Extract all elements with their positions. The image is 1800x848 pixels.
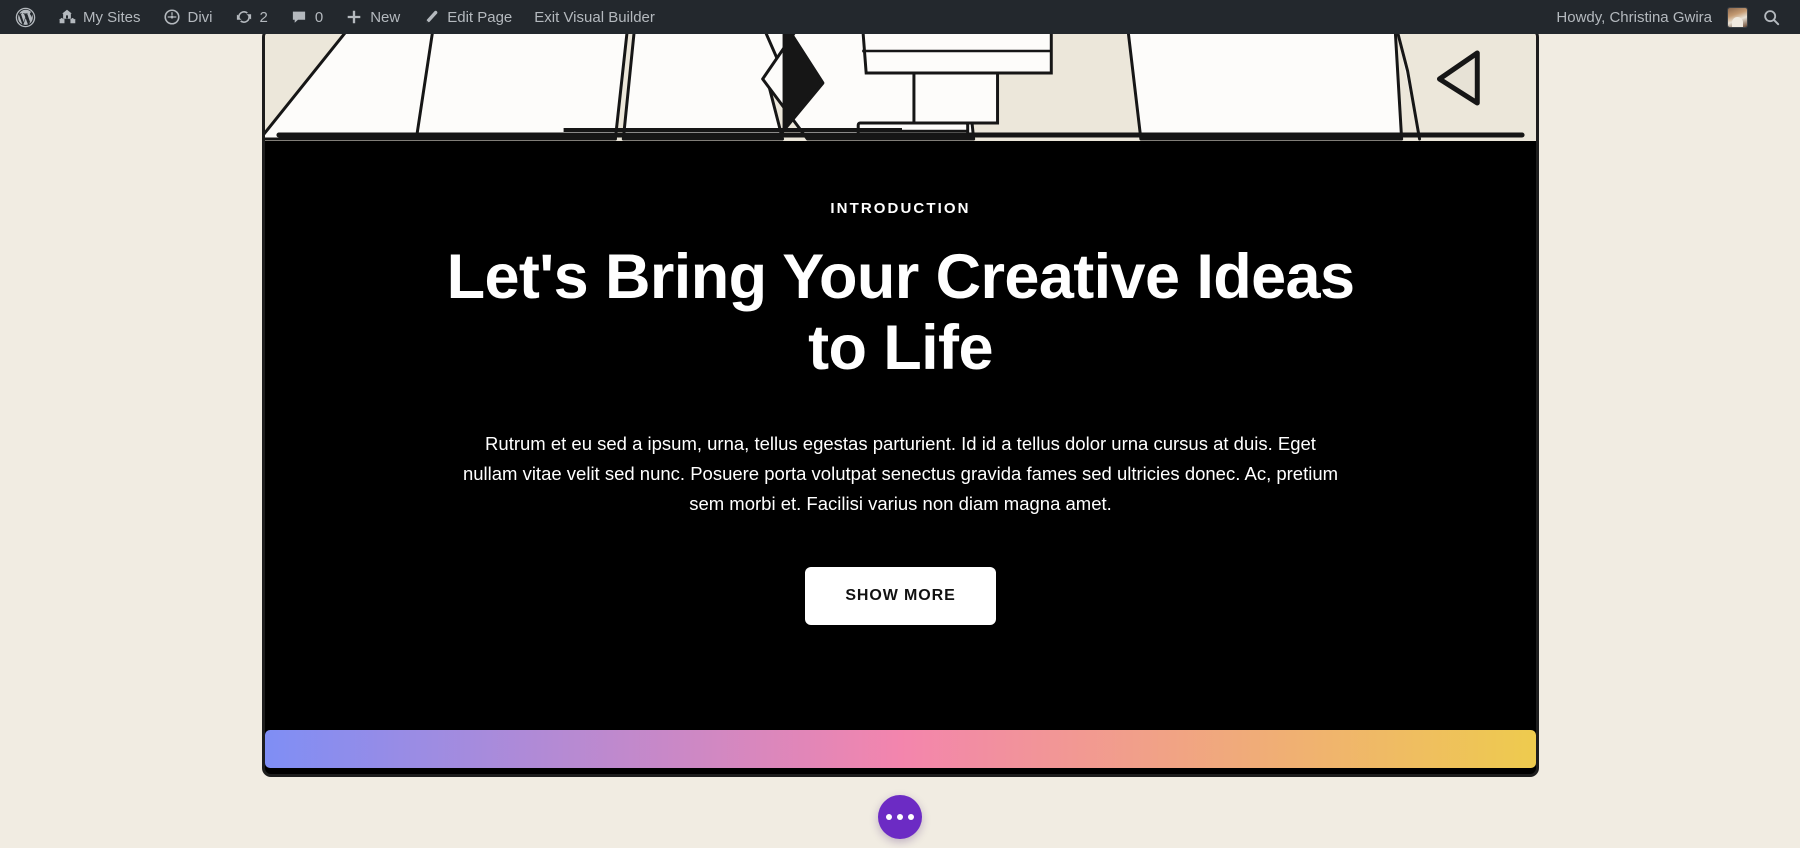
- admin-bar-right-group: Howdy, Christina Gwira: [1545, 0, 1800, 34]
- admin-bar-item-comments[interactable]: 0: [279, 0, 334, 34]
- admin-bar-count-comments: 0: [314, 8, 324, 26]
- admin-bar-item-divi[interactable]: Divi: [152, 0, 224, 34]
- wordpress-logo-icon: [15, 7, 36, 28]
- introduction-section[interactable]: INTRODUCTION Let's Bring Your Creative I…: [262, 28, 1539, 777]
- more-options-icon-dot-3: [908, 814, 914, 820]
- admin-bar-label-my-sites: My Sites: [83, 8, 141, 26]
- avatar: [1728, 7, 1747, 27]
- gradient-divider-bar: [265, 730, 1536, 768]
- wordpress-logo-button[interactable]: [4, 0, 47, 34]
- page-title: Let's Bring Your Creative Ideas to Life: [446, 242, 1355, 383]
- page-canvas: INTRODUCTION Let's Bring Your Creative I…: [0, 28, 1800, 848]
- more-options-icon: [886, 814, 892, 820]
- admin-bar-item-edit-page[interactable]: Edit Page: [411, 0, 523, 34]
- intro-content-block: INTRODUCTION Let's Bring Your Creative I…: [265, 141, 1536, 666]
- admin-bar-label-exit-visual-builder: Exit Visual Builder: [534, 8, 655, 26]
- admin-bar-left-group: My Sites Divi 2 0 New Edit Page Exit Vis…: [0, 0, 666, 34]
- search-icon: [1762, 8, 1781, 27]
- update-arrows-icon: [235, 8, 253, 26]
- section-paragraph: Rutrum et eu sed a ipsum, urna, tellus e…: [462, 433, 1339, 515]
- divi-dashboard-icon: [163, 8, 181, 26]
- plus-icon: [345, 8, 363, 26]
- admin-bar-item-my-sites[interactable]: My Sites: [47, 0, 152, 34]
- wp-admin-bar: My Sites Divi 2 0 New Edit Page Exit Vis…: [0, 0, 1800, 34]
- admin-bar-label-edit-page: Edit Page: [447, 8, 513, 26]
- howdy-greeting: Howdy, Christina Gwira: [1556, 8, 1712, 26]
- admin-bar-item-exit-visual-builder[interactable]: Exit Visual Builder: [523, 0, 666, 34]
- desk-scene-illustration: [265, 31, 1536, 141]
- sites-buildings-icon: [58, 8, 76, 26]
- more-options-icon-dot-2: [897, 814, 903, 820]
- desk-scene-illustration-svg: [265, 31, 1536, 141]
- section-eyebrow: INTRODUCTION: [830, 200, 971, 217]
- more-options-button[interactable]: [878, 795, 922, 839]
- search-button[interactable]: [1751, 0, 1794, 34]
- admin-bar-item-updates[interactable]: 2: [224, 0, 279, 34]
- my-account-menu[interactable]: Howdy, Christina Gwira: [1545, 0, 1751, 34]
- show-more-button[interactable]: SHOW MORE: [805, 567, 996, 625]
- admin-bar-item-new[interactable]: New: [334, 0, 411, 34]
- admin-bar-label-divi: Divi: [187, 8, 213, 26]
- pencil-icon: [422, 8, 440, 26]
- admin-bar-count-updates: 2: [259, 8, 268, 26]
- admin-bar-label-new: New: [370, 8, 401, 26]
- comment-bubble-icon: [290, 8, 308, 26]
